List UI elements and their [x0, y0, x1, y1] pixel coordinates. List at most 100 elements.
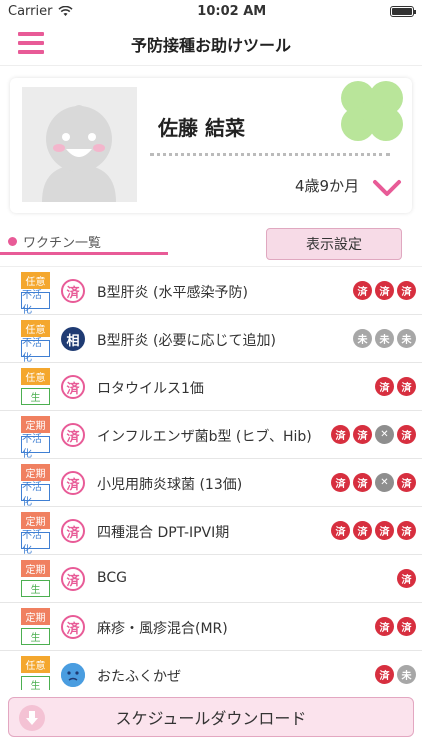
list-item[interactable]: 任意生済ロタウイルス1価済済 — [0, 363, 422, 411]
vaccine-name: 小児用肺炎球菌 (13価) — [97, 477, 243, 493]
done-stamp-icon: 済 — [61, 519, 85, 543]
consult-icon: 相 — [61, 327, 85, 351]
vaccine-type-badge: 不活化 — [21, 482, 50, 508]
vaccine-type-badge: 生 — [21, 580, 50, 597]
dose-done-badge: 済 — [353, 425, 372, 444]
section-title: ワクチン一覧 — [23, 236, 102, 251]
avatar — [22, 87, 137, 202]
dose-done-badge: 済 — [331, 473, 350, 492]
done-stamp-icon: 済 — [61, 375, 85, 399]
dose-done-badge: 済 — [397, 425, 416, 444]
vaccine-type-badge: 不活化 — [21, 338, 50, 364]
carrier-info: Carrier — [8, 3, 74, 19]
section-header: ワクチン一覧 — [8, 232, 101, 251]
clover-icon — [341, 81, 403, 141]
nav-bar: 予防接種お助けツール — [0, 22, 422, 66]
section-underline — [0, 252, 168, 255]
download-label: スケジュールダウンロード — [115, 709, 307, 728]
list-item[interactable]: 定期 不活化済インフルエンザ菌b型 (ヒブ、Hib) 済済 ✕ 済 — [0, 411, 422, 460]
dose-status-group: 済済 ✕ 済 — [331, 425, 416, 444]
status-bar: Carrier 10:02 AM — [0, 0, 422, 22]
vaccine-category-badge: 定期 — [21, 608, 50, 625]
child-age: 4歳9か月 — [295, 177, 360, 195]
vaccine-type-badge: 不活化 — [21, 434, 50, 460]
dose-done-badge: 済 — [353, 521, 372, 540]
dose-skipped-icon: ✕ — [375, 473, 394, 492]
list-item[interactable]: 定期 不活化済小児用肺炎球菌 (13価) 済済 ✕ 済 — [0, 459, 422, 508]
child-profile-card[interactable]: 佐藤 結菜 4歳9か月 — [10, 78, 412, 213]
list-item[interactable]: 定期生済 BCG 済 — [0, 555, 422, 603]
dose-done-badge: 済 — [331, 425, 350, 444]
dose-status-group: 済未 — [375, 665, 416, 684]
dose-done-badge: 済 — [353, 473, 372, 492]
dose-status-group: 済済 — [375, 377, 416, 396]
vaccine-name: B型肝炎 (必要に応じて追加) — [97, 333, 276, 349]
schedule-download-button[interactable]: スケジュールダウンロード — [8, 697, 414, 737]
vaccine-type-badge: 生 — [21, 676, 50, 690]
list-item[interactable]: 任意 不活化済 B型肝炎 (水平感染予防) 済済済 — [0, 267, 422, 316]
bottom-bar: スケジュールダウンロード — [0, 690, 422, 750]
vaccine-name: おたふくかぜ — [97, 669, 181, 685]
page-title: 予防接種お助けツール — [130, 35, 291, 55]
vaccine-type-badge: 生 — [21, 628, 50, 645]
dose-done-badge: 済 — [375, 521, 394, 540]
list-item[interactable]: 定期 不活化済四種混合 DPT-IPVI期済済済済 — [0, 507, 422, 556]
list-item[interactable]: 任意 不活化相 B型肝炎 (必要に応じて追加) 未未未 — [0, 315, 422, 364]
dose-pending-badge: 未 — [397, 329, 416, 348]
dose-done-badge: 済 — [397, 473, 416, 492]
wifi-icon — [58, 5, 74, 16]
download-icon — [19, 705, 45, 731]
dose-done-badge: 済 — [331, 521, 350, 540]
menu-icon[interactable] — [18, 32, 44, 54]
dose-status-group: 済済 — [375, 617, 416, 636]
baby-face-icon — [22, 87, 137, 202]
chevron-down-icon[interactable] — [372, 178, 402, 198]
vaccine-category-badge: 任意 — [21, 656, 50, 673]
dose-status-group: 済済済 — [353, 281, 416, 300]
vaccine-name: ロタウイルス1価 — [97, 381, 204, 397]
vaccine-type-badge: 生 — [21, 388, 50, 405]
dose-skipped-icon: ✕ — [375, 425, 394, 444]
dose-status-group: 済済 ✕ 済 — [331, 473, 416, 492]
vaccine-type-badge: 不活化 — [21, 290, 50, 316]
done-stamp-icon: 済 — [61, 423, 85, 447]
vaccine-name: B型肝炎 (水平感染予防) — [97, 285, 248, 301]
list-item[interactable]: 任意生 おたふくかぜ 済未 — [0, 651, 422, 690]
dose-done-badge: 済 — [397, 377, 416, 396]
done-stamp-icon: 済 — [61, 279, 85, 303]
dose-done-badge: 済 — [375, 377, 394, 396]
vaccine-type-badge: 不活化 — [21, 530, 50, 556]
child-name: 佐藤 結菜 — [158, 116, 245, 140]
dose-done-badge: 済 — [375, 665, 394, 684]
vaccine-category-badge: 定期 — [21, 560, 50, 577]
dose-done-badge: 済 — [397, 521, 416, 540]
dose-status-group: 未未未 — [353, 329, 416, 348]
list-item[interactable]: 定期生済麻疹・風疹混合(MR) 済済 — [0, 603, 422, 651]
dose-pending-badge: 未 — [353, 329, 372, 348]
done-stamp-icon: 済 — [61, 471, 85, 495]
bullet-icon — [8, 237, 17, 246]
clock: 10:02 AM — [197, 3, 267, 19]
carrier-label: Carrier — [8, 3, 53, 19]
dose-status-group: 済済済済 — [331, 521, 416, 540]
done-stamp-icon: 済 — [61, 567, 85, 591]
dose-pending-badge: 未 — [375, 329, 394, 348]
vaccine-name: 麻疹・風疹混合(MR) — [97, 621, 228, 637]
dose-done-badge: 済 — [353, 281, 372, 300]
dose-done-badge: 済 — [375, 281, 394, 300]
vaccine-list[interactable]: 任意 不活化済 B型肝炎 (水平感染予防) 済済済任意 不活化相 B型肝炎 (必要に応じて… — [0, 266, 422, 690]
sad-face-icon — [61, 663, 85, 687]
dose-status-group: 済 — [397, 569, 416, 588]
dose-done-badge: 済 — [397, 281, 416, 300]
dose-done-badge: 済 — [397, 617, 416, 636]
battery-icon — [390, 5, 416, 17]
vaccine-name: BCG — [97, 570, 127, 586]
dose-done-badge: 済 — [375, 617, 394, 636]
vaccine-name: 四種混合 DPT-IPVI期 — [97, 525, 230, 541]
dose-pending-badge: 未 — [397, 665, 416, 684]
done-stamp-icon: 済 — [61, 615, 85, 639]
display-settings-button[interactable]: 表示設定 — [266, 228, 402, 260]
vaccine-category-badge: 任意 — [21, 368, 50, 385]
vaccine-name: インフルエンザ菌b型 (ヒブ、Hib) — [97, 429, 312, 445]
dose-done-badge: 済 — [397, 569, 416, 588]
